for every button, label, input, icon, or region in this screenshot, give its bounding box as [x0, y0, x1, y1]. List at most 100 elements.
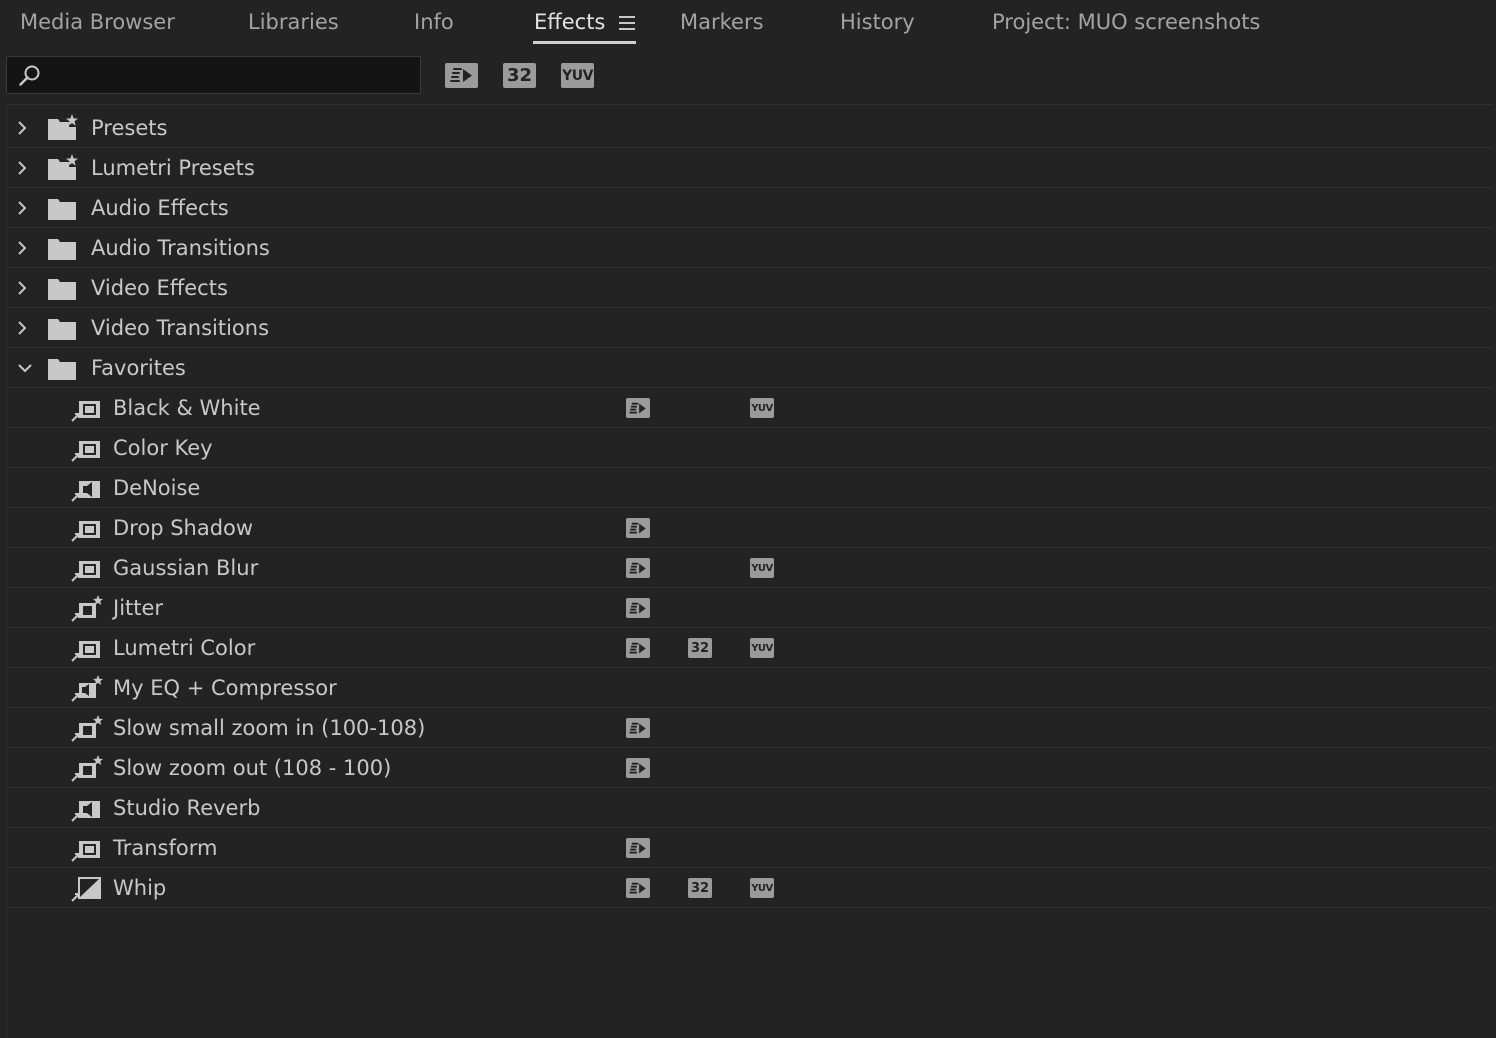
chevron-right-icon[interactable] — [13, 239, 31, 257]
effect-label: Slow zoom out (108 - 100) — [113, 756, 392, 780]
tree-effect-row[interactable]: DeNoise — [7, 468, 1492, 508]
effect-label: Studio Reverb — [113, 796, 261, 820]
transition-icon — [71, 877, 101, 902]
video-effect-icon — [71, 441, 100, 462]
chevron-right-icon[interactable] — [13, 119, 31, 137]
folder-label: Video Effects — [91, 276, 228, 300]
yuv-badge: YUV — [750, 558, 774, 578]
accelerated-effect-icon — [629, 642, 646, 653]
tab-libraries[interactable]: Libraries — [248, 8, 339, 36]
search-field[interactable] — [6, 56, 421, 94]
effect-label: Whip — [113, 876, 167, 900]
tree-folder-row[interactable]: Audio Transitions — [7, 228, 1492, 268]
video-effect-icon — [71, 401, 100, 422]
tree-effect-row[interactable]: Transform — [7, 828, 1492, 868]
folder-label: Lumetri Presets — [91, 156, 255, 180]
effect-label: Drop Shadow — [113, 516, 254, 540]
tree-effect-row[interactable]: Slow small zoom in (100-108) — [7, 708, 1492, 748]
folder-label: Favorites — [91, 356, 186, 380]
folder-label: Video Transitions — [91, 316, 270, 340]
panel-tab-bar: Media Browser Libraries Info Effects Mar… — [0, 0, 1496, 46]
effect-label: Slow small zoom in (100-108) — [113, 716, 426, 740]
tree-folder-row[interactable]: Lumetri Presets — [7, 148, 1492, 188]
video-effect-icon — [71, 521, 100, 542]
accelerated-badge — [626, 878, 650, 898]
tab-info[interactable]: Info — [414, 8, 454, 36]
yuv-filter-button[interactable]: YUV — [561, 63, 594, 88]
accelerated-badge — [626, 518, 650, 538]
tree-effect-row[interactable]: Color Key — [7, 428, 1492, 468]
accelerated-badge — [626, 718, 650, 738]
tab-history[interactable]: History — [840, 8, 915, 36]
tab-effects[interactable]: Effects — [534, 8, 605, 36]
tree-folder-row[interactable]: Video Effects — [7, 268, 1492, 308]
chevron-right-icon[interactable] — [13, 319, 31, 337]
chevron-right-icon[interactable] — [13, 279, 31, 297]
effect-label: Jitter — [113, 596, 164, 620]
accelerated-effects-icon — [450, 68, 472, 82]
accelerated-badge — [626, 638, 650, 658]
accelerated-badge — [626, 758, 650, 778]
preset-folder-icon — [48, 154, 78, 180]
tree-folder-row[interactable]: Video Transitions — [7, 308, 1492, 348]
search-input[interactable] — [49, 61, 413, 91]
panel-menu-icon[interactable] — [618, 13, 638, 33]
audio-effect-icon — [71, 801, 100, 822]
tree-effect-row[interactable]: Gaussian Blur YUV — [7, 548, 1492, 588]
effect-preset-icon — [71, 715, 103, 742]
32-bit-badge: 32 — [688, 878, 712, 898]
effects-tree: Presets Lumetri Presets Audio Effects Audio… — [6, 104, 1492, 1038]
active-tab-indicator — [533, 41, 636, 44]
accelerated-effect-icon — [629, 722, 646, 733]
effect-preset-icon — [71, 595, 103, 622]
effect-label: Color Key — [113, 436, 213, 460]
accelerated-badge — [626, 598, 650, 618]
chevron-right-icon[interactable] — [13, 199, 31, 217]
tree-effect-row[interactable]: Whip 32 YUV — [7, 868, 1492, 908]
effect-preset-icon — [71, 755, 103, 782]
tree-folder-row[interactable]: Presets — [7, 108, 1492, 148]
effect-label: DeNoise — [113, 476, 201, 500]
effect-label: My EQ + Compressor — [113, 676, 337, 700]
folder-icon — [48, 319, 76, 340]
chevron-right-icon[interactable] — [13, 159, 31, 177]
folder-icon — [48, 239, 76, 260]
effect-label: Transform — [113, 836, 218, 860]
32-bit-filter-button[interactable]: 32 — [503, 63, 536, 88]
tree-effect-row[interactable]: Studio Reverb — [7, 788, 1492, 828]
chevron-down-icon[interactable] — [16, 359, 34, 377]
video-effect-icon — [71, 561, 100, 582]
accelerated-badge — [626, 558, 650, 578]
tab-project[interactable]: Project: MUO screenshots — [992, 8, 1260, 36]
tree-folder-row[interactable]: Audio Effects — [7, 188, 1492, 228]
effect-label: Black & White — [113, 396, 261, 420]
accelerated-effect-icon — [629, 522, 646, 533]
yuv-badge: YUV — [750, 878, 774, 898]
folder-icon — [48, 199, 76, 220]
accelerated-badge — [626, 838, 650, 858]
accelerated-effect-icon — [629, 882, 646, 893]
effect-label: Gaussian Blur — [113, 556, 259, 580]
audio-preset-icon — [71, 675, 103, 702]
tree-effect-row[interactable]: Slow zoom out (108 - 100) — [7, 748, 1492, 788]
folder-label: Audio Transitions — [91, 236, 270, 260]
search-icon — [19, 65, 40, 86]
tree-effect-row[interactable]: Black & White YUV — [7, 388, 1492, 428]
tab-media-browser[interactable]: Media Browser — [20, 8, 175, 36]
audio-effect-icon — [71, 481, 100, 502]
yuv-badge: YUV — [750, 638, 774, 658]
accelerated-badge — [626, 398, 650, 418]
32-bit-badge: 32 — [688, 638, 712, 658]
tree-effect-row[interactable]: My EQ + Compressor — [7, 668, 1492, 708]
effect-label: Lumetri Color — [113, 636, 256, 660]
tab-markers[interactable]: Markers — [680, 8, 764, 36]
yuv-badge: YUV — [750, 398, 774, 418]
tree-effect-row[interactable]: Jitter — [7, 588, 1492, 628]
folder-icon — [48, 359, 76, 380]
accelerated-effect-icon — [629, 402, 646, 413]
accelerated-effects-filter-button[interactable] — [445, 63, 478, 88]
folder-label: Presets — [91, 116, 168, 140]
tree-folder-row[interactable]: Favorites — [7, 348, 1492, 388]
tree-effect-row[interactable]: Drop Shadow — [7, 508, 1492, 548]
tree-effect-row[interactable]: Lumetri Color 32 YUV — [7, 628, 1492, 668]
